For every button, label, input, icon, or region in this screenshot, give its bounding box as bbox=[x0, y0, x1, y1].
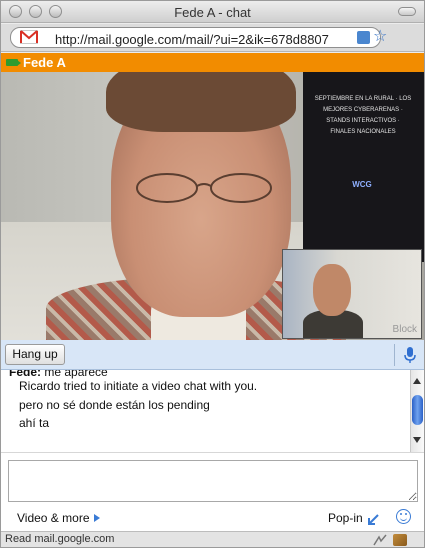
chat-window: Fede A - chat http://mail.google.com/mai… bbox=[0, 0, 425, 548]
pop-in-arrow-icon[interactable] bbox=[368, 514, 379, 525]
chat-header: Fede A bbox=[1, 53, 424, 72]
address-bar-row: http://mail.google.com/mail/?ui=2&ik=678… bbox=[1, 24, 424, 52]
video-camera-icon bbox=[6, 59, 21, 66]
activity-icon bbox=[373, 534, 387, 546]
bookmark-star-icon[interactable]: ☆ bbox=[373, 29, 387, 45]
person-glasses bbox=[136, 173, 272, 203]
window-title: Fede A - chat bbox=[174, 5, 251, 20]
microphone-icon[interactable] bbox=[403, 347, 417, 364]
self-view-face bbox=[313, 264, 351, 316]
video-poster: SEPTIEMBRE EN LA RURAL · LOS MEJORES CYB… bbox=[303, 72, 424, 262]
status-bar: Read mail.google.com bbox=[1, 531, 424, 547]
url-text[interactable]: http://mail.google.com/mail/?ui=2&ik=678… bbox=[55, 32, 359, 47]
chat-transcript[interactable]: Fede: me aparece Ricardo tried to initia… bbox=[1, 370, 410, 452]
extension-icon[interactable] bbox=[393, 534, 407, 546]
poster-logo: WCG bbox=[352, 180, 372, 189]
message-sender: Fede: bbox=[9, 370, 42, 379]
poster-text: SEPTIEMBRE EN LA RURAL · LOS MEJORES CYB… bbox=[314, 96, 412, 135]
scrollbar-thumb[interactable] bbox=[412, 395, 423, 425]
address-bar[interactable]: http://mail.google.com/mail/?ui=2&ik=678… bbox=[10, 27, 387, 48]
message-line: Fede: me aparece bbox=[9, 370, 108, 379]
scroll-down-arrow-icon[interactable] bbox=[413, 437, 421, 443]
video-more-label: Video & more bbox=[17, 511, 90, 525]
message-line: Ricardo tried to initiate a video chat w… bbox=[19, 379, 258, 393]
contact-name: Fede A bbox=[23, 55, 66, 70]
title-bar[interactable]: Fede A - chat bbox=[1, 1, 424, 23]
video-more-link[interactable]: Video & more bbox=[17, 511, 100, 525]
transcript-scrollbar[interactable] bbox=[410, 370, 424, 452]
hang-up-button[interactable]: Hang up bbox=[5, 344, 65, 365]
message-input-area bbox=[1, 452, 424, 506]
message-text: me aparece bbox=[44, 370, 108, 379]
message-input[interactable] bbox=[8, 460, 418, 502]
chat-footer: Video & more Pop-in bbox=[1, 506, 424, 531]
status-text: Read mail.google.com bbox=[5, 533, 115, 545]
gmail-icon bbox=[20, 30, 38, 44]
emoticon-icon[interactable] bbox=[396, 509, 411, 524]
person-hair bbox=[106, 72, 296, 132]
expand-arrow-icon bbox=[93, 514, 100, 522]
pop-in-link[interactable]: Pop-in bbox=[328, 511, 363, 525]
self-view-video[interactable]: Block bbox=[282, 249, 422, 339]
divider bbox=[394, 344, 395, 366]
scroll-up-arrow-icon[interactable] bbox=[413, 378, 421, 384]
rss-icon[interactable] bbox=[357, 31, 370, 44]
call-controls-bar: Hang up bbox=[1, 340, 424, 370]
message-line: ahí ta bbox=[19, 416, 50, 430]
toolbar-toggle-button[interactable] bbox=[398, 7, 416, 16]
message-line: pero no sé donde están los pending bbox=[19, 398, 210, 412]
block-label[interactable]: Block bbox=[393, 324, 417, 335]
remote-video: SEPTIEMBRE EN LA RURAL · LOS MEJORES CYB… bbox=[1, 72, 424, 340]
